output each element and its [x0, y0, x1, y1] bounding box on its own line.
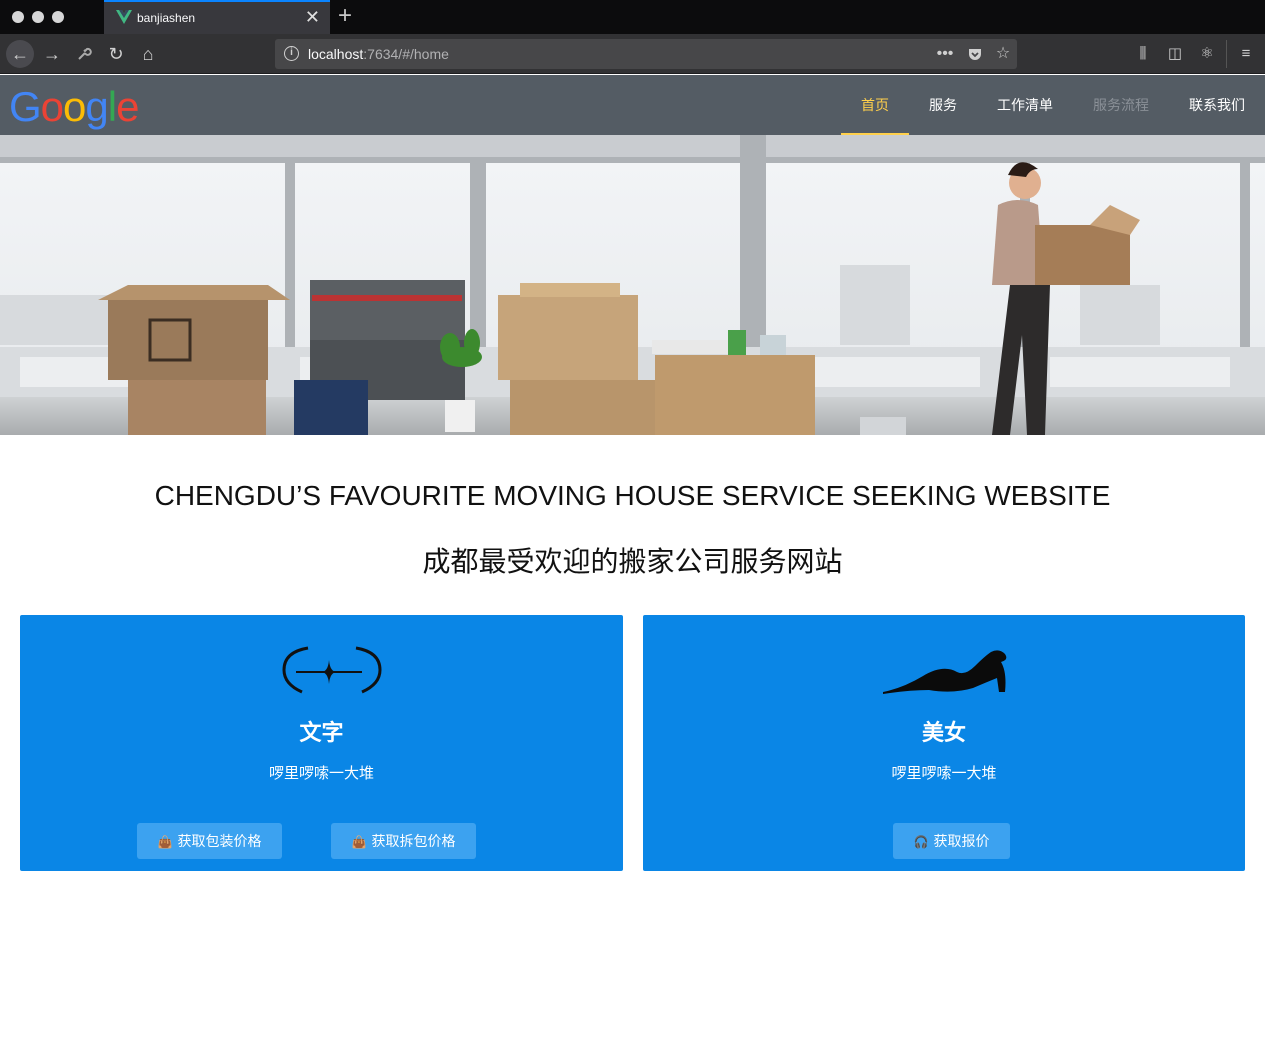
card-illustration-brackets: [282, 646, 382, 694]
card-description: 啰里啰嗦一大堆: [268, 765, 374, 782]
nav-item-home[interactable]: 首页: [841, 75, 909, 135]
forward-icon[interactable]: →: [38, 40, 66, 68]
nav-item-worklist[interactable]: 工作清单: [977, 75, 1073, 135]
card-title: 文字: [299, 720, 344, 745]
get-quote-button[interactable]: 🎧 获取报价: [893, 823, 1010, 859]
shopping-bag-icon: 👜: [351, 835, 367, 849]
headset-icon: 🎧: [913, 835, 929, 849]
info-icon[interactable]: i: [284, 46, 299, 61]
service-card-text: 文字 啰里啰嗦一大堆 👜 获取包装价格 👜 获取拆包价格: [20, 615, 623, 871]
wrench-icon[interactable]: [70, 40, 98, 68]
main-nav: 首页 服务 工作清单 服务流程 联系我们: [841, 75, 1265, 135]
reload-icon[interactable]: ↻: [102, 40, 130, 68]
home-icon[interactable]: ⌂: [134, 40, 162, 68]
url-bar[interactable]: i localhost:7634/#/home ••• ☆: [275, 39, 1017, 69]
window-minimize-dot[interactable]: [32, 11, 44, 23]
tab-title: banjiashen: [137, 11, 196, 25]
browser-tab[interactable]: banjiashen ✕: [104, 0, 330, 34]
nav-item-services[interactable]: 服务: [909, 75, 977, 135]
library-icon[interactable]: ⫼: [1133, 44, 1153, 64]
get-unpacking-price-button[interactable]: 👜 获取拆包价格: [331, 823, 476, 859]
nav-item-contact[interactable]: 联系我们: [1169, 75, 1265, 135]
window-close-dot[interactable]: [12, 11, 24, 23]
browser-toolbar: ← → ↻ ⌂ i localhost:7634/#/home ••• ☆ ⫼ …: [0, 34, 1265, 74]
react-devtools-icon[interactable]: ⚛: [1197, 44, 1217, 64]
bookmark-star-icon[interactable]: ☆: [993, 44, 1013, 64]
back-icon[interactable]: ←: [6, 40, 34, 68]
headline-chinese: 成都最受欢迎的搬家公司服务网站: [422, 545, 843, 578]
site-logo[interactable]: Google: [9, 86, 139, 128]
nav-item-process: 服务流程: [1093, 97, 1149, 113]
tab-close-icon[interactable]: ✕: [305, 7, 320, 27]
get-packing-price-button[interactable]: 👜 获取包装价格: [137, 823, 282, 859]
hero-image: [0, 135, 1265, 435]
menu-icon[interactable]: ≡: [1236, 44, 1256, 64]
service-card-beauty: 美女 啰里啰嗦一大堆 🎧 获取报价: [643, 615, 1245, 871]
new-tab-icon[interactable]: +: [338, 3, 352, 29]
headline-english: CHENGDU’S FAVOURITE MOVING HOUSE SERVICE…: [154, 480, 1111, 511]
vue-logo-icon: [116, 10, 132, 24]
more-icon[interactable]: •••: [935, 44, 955, 64]
url-text[interactable]: localhost:7634/#/home: [308, 46, 449, 62]
card-title: 美女: [921, 720, 966, 745]
window-zoom-dot[interactable]: [52, 11, 64, 23]
browser-tab-bar: banjiashen ✕ +: [0, 0, 1265, 34]
toolbar-divider: [1226, 40, 1227, 68]
pocket-icon[interactable]: [965, 44, 985, 64]
card-description: 啰里啰嗦一大堆: [891, 765, 997, 782]
shopping-bag-icon: 👜: [157, 835, 173, 849]
card-illustration-silhouette: [883, 650, 1007, 694]
site-header: Google 首页 服务 工作清单 服务流程 联系我们: [0, 75, 1265, 135]
sidebar-icon[interactable]: ◫: [1165, 44, 1185, 64]
